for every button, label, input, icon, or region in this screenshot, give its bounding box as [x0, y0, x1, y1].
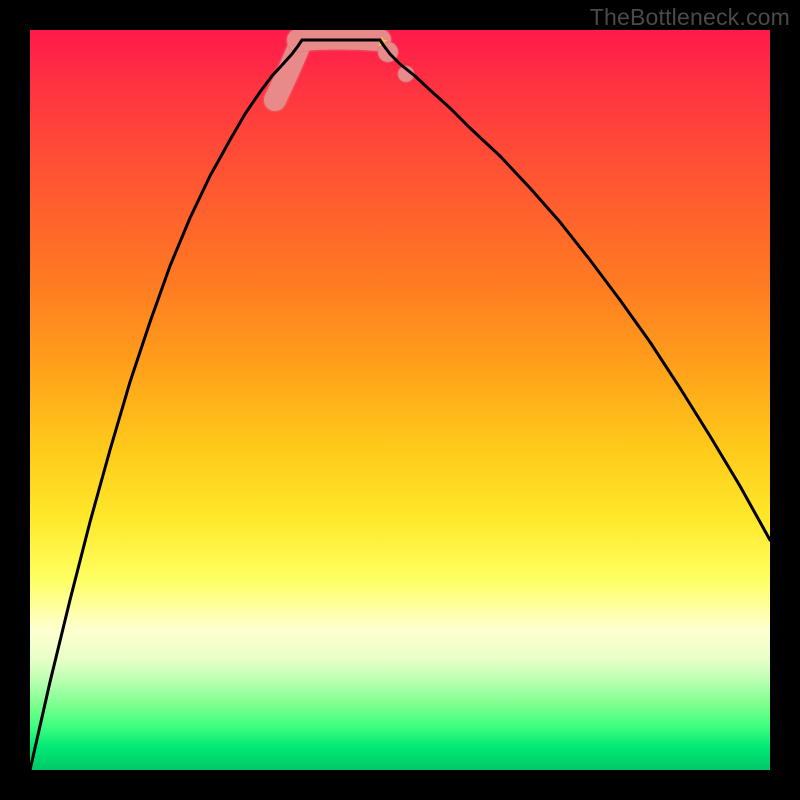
line-layer: [30, 40, 770, 770]
curve-svg: [30, 30, 770, 770]
marker-layer: [275, 36, 414, 100]
series-right-curve: [380, 40, 770, 540]
watermark-text: TheBottleneck.com: [590, 4, 790, 31]
pink-blob-left: [275, 44, 300, 100]
plot-area: [30, 30, 770, 770]
chart-frame: TheBottleneck.com: [0, 0, 800, 800]
series-left-curve: [30, 40, 302, 770]
